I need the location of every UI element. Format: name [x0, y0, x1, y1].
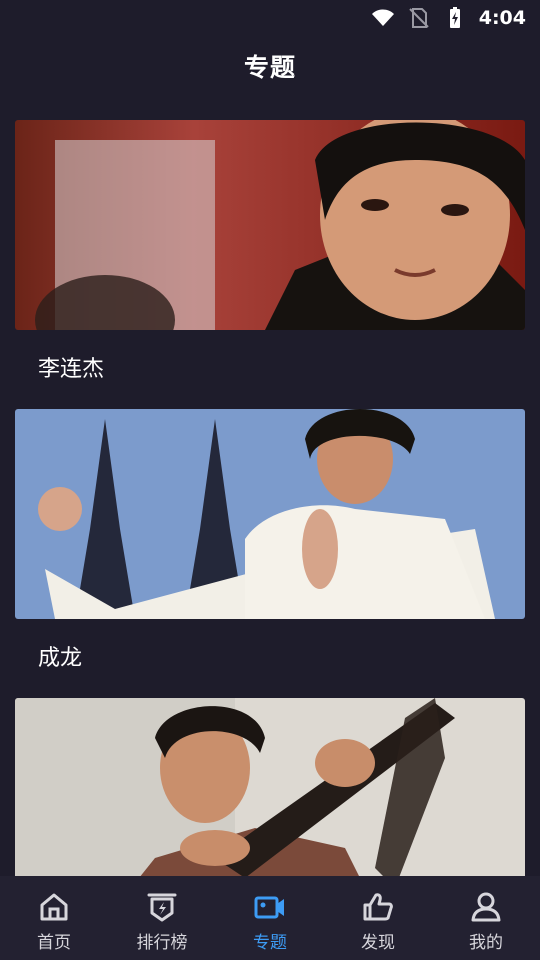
- tab-label: 发现: [361, 933, 395, 953]
- page-title: 专题: [243, 53, 296, 82]
- topic-card[interactable]: 李连杰: [15, 120, 525, 409]
- topic-photo[interactable]: [15, 120, 525, 330]
- battery-charging-icon: [449, 7, 460, 28]
- topic-photo[interactable]: [15, 409, 525, 619]
- topic-card[interactable]: 成龙: [15, 409, 525, 698]
- tab-label: 排行榜: [136, 933, 188, 953]
- user-icon: [471, 892, 501, 922]
- tab-label: 首页: [37, 933, 71, 953]
- video-camera-icon: [254, 896, 284, 919]
- thumbs-up-icon: [363, 893, 393, 921]
- tab-topics[interactable]: 专题: [216, 890, 324, 953]
- status-bar: 4:04: [0, 0, 540, 36]
- status-time: 4:04: [478, 7, 526, 29]
- tab-discover[interactable]: 发现: [324, 890, 432, 953]
- tab-ranking[interactable]: 排行榜: [108, 890, 216, 953]
- topic-title[interactable]: 成龙: [15, 619, 525, 698]
- topic-card[interactable]: [15, 698, 525, 876]
- tab-label: 专题: [253, 933, 287, 953]
- tab-home[interactable]: 首页: [0, 890, 108, 953]
- home-icon: [40, 893, 68, 921]
- wifi-icon: [371, 9, 394, 26]
- ranking-icon: [147, 893, 177, 922]
- tab-profile[interactable]: 我的: [432, 890, 540, 953]
- no-sim-icon: [409, 8, 429, 28]
- topic-title[interactable]: 李连杰: [15, 330, 525, 409]
- bottom-tab-bar: 首页 排行榜 专题 发现 我的: [0, 876, 540, 960]
- topic-photo[interactable]: [15, 698, 525, 876]
- tab-label: 我的: [469, 933, 503, 953]
- topic-list[interactable]: 李连杰 成龙: [15, 120, 525, 876]
